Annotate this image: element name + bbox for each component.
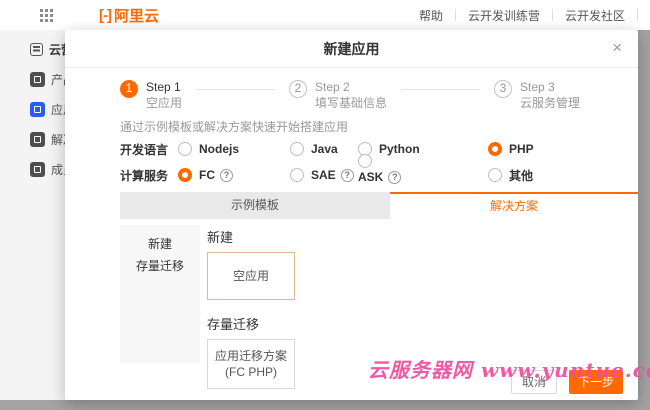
doc-outline-icon <box>30 43 43 56</box>
product-icon <box>30 72 45 87</box>
card-empty-app[interactable]: 空应用 <box>207 252 295 300</box>
cancel-button[interactable]: 取消 <box>511 370 557 394</box>
step-1-subtitle: 空应用 <box>146 96 182 111</box>
step-2-number: 2 <box>289 80 307 98</box>
step-2: 2 Step 2 填写基础信息 <box>289 80 387 111</box>
panel-item-migration[interactable]: 存量迁移 <box>120 255 200 277</box>
top-header: [-] 阿里云 帮助 云开发训练营 云开发社区 <box>0 0 650 30</box>
next-step-button[interactable]: 下一步 <box>569 370 623 394</box>
service-radio-group: 计算服务 FC ? SAE ? ASK ? 其他 <box>120 162 618 188</box>
step-connector <box>196 89 275 90</box>
step-1-number: 1 <box>120 80 138 98</box>
panel-item-new[interactable]: 新建 <box>120 233 200 255</box>
create-app-modal: 新建应用 × 1 Step 1 空应用 2 Step 2 填写基础信息 3 St… <box>65 30 638 400</box>
radio-icon[interactable] <box>290 142 304 156</box>
radio-fc[interactable]: FC ? <box>178 168 290 182</box>
divider <box>637 9 638 21</box>
logo-bracket-icon: [-] <box>99 7 111 24</box>
radio-icon[interactable] <box>488 168 502 182</box>
radio-icon[interactable] <box>358 154 372 168</box>
category-panel: 新建 存量迁移 <box>120 225 200 363</box>
aliyun-logo[interactable]: [-] 阿里云 <box>99 5 159 26</box>
step-3: 3 Step 3 云服务管理 <box>494 80 580 111</box>
header-links: 帮助 云开发训练营 云开发社区 <box>419 0 650 30</box>
radio-icon[interactable] <box>178 142 192 156</box>
step-2-title: Step 2 <box>315 80 387 94</box>
divider <box>552 9 553 21</box>
step-2-subtitle: 填写基础信息 <box>315 96 387 111</box>
radio-selected-icon[interactable] <box>178 168 192 182</box>
language-label: 开发语言 <box>120 141 178 158</box>
card-migration-plan[interactable]: 应用迁移方案(FC PHP) <box>207 339 295 389</box>
modal-header: 新建应用 × <box>65 30 638 68</box>
community-link[interactable]: 云开发社区 <box>565 7 625 24</box>
logo-text: 阿里云 <box>114 5 159 26</box>
step-3-subtitle: 云服务管理 <box>520 96 580 111</box>
service-label: 计算服务 <box>120 167 178 184</box>
section-heading-migration: 存量迁移 <box>207 314 447 333</box>
help-icon[interactable]: ? <box>341 169 354 182</box>
training-camp-link[interactable]: 云开发训练营 <box>468 7 540 24</box>
radio-php[interactable]: PHP <box>488 142 618 156</box>
step-3-title: Step 3 <box>520 80 580 94</box>
modal-description: 通过示例模板或解决方案快速开始搭建应用 <box>120 118 348 135</box>
section-heading-new: 新建 <box>207 227 447 246</box>
radio-nodejs[interactable]: Nodejs <box>178 142 290 156</box>
solution-sections: 新建 空应用 存量迁移 应用迁移方案(FC PHP) <box>207 225 447 391</box>
radio-sae[interactable]: SAE ? <box>290 168 358 182</box>
radio-selected-icon[interactable] <box>488 142 502 156</box>
step-3-number: 3 <box>494 80 512 98</box>
step-1-title: Step 1 <box>146 80 182 94</box>
modal-title: 新建应用 <box>324 41 380 57</box>
step-wizard: 1 Step 1 空应用 2 Step 2 填写基础信息 3 Step 3 云服… <box>120 80 580 111</box>
radio-ask[interactable]: ASK ? <box>358 154 488 184</box>
radio-icon[interactable] <box>290 168 304 182</box>
tab-sample-template[interactable]: 示例模板 <box>120 192 390 219</box>
tab-solution[interactable]: 解决方案 <box>390 192 638 219</box>
close-icon[interactable]: × <box>612 30 622 68</box>
help-icon[interactable]: ? <box>220 169 233 182</box>
member-icon <box>30 162 45 177</box>
app-icon <box>30 102 45 117</box>
divider <box>455 9 456 21</box>
app-grid-icon[interactable] <box>40 9 53 22</box>
template-tabs: 示例模板 解决方案 <box>120 192 638 219</box>
modal-footer: 取消 下一步 <box>511 370 623 394</box>
help-link[interactable]: 帮助 <box>419 7 443 24</box>
radio-java[interactable]: Java <box>290 142 358 156</box>
step-connector <box>401 89 480 90</box>
help-icon[interactable]: ? <box>388 171 401 184</box>
step-1: 1 Step 1 空应用 <box>120 80 182 111</box>
solution-icon <box>30 132 45 147</box>
radio-other[interactable]: 其他 <box>488 167 618 184</box>
